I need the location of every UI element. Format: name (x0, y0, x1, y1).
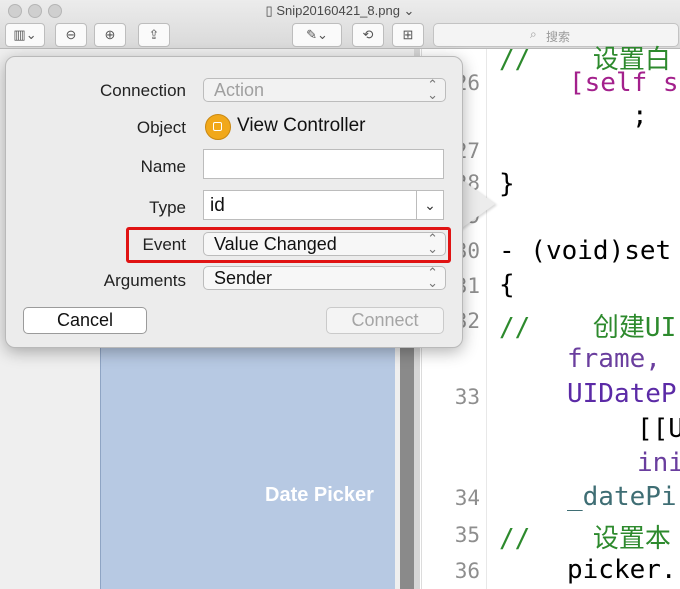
code-line: [[U (637, 414, 680, 444)
cancel-button[interactable]: Cancel (23, 307, 147, 334)
type-label: Type (149, 198, 186, 217)
line-number: 33 (454, 385, 480, 409)
toolbox-button[interactable]: ⊞ (392, 23, 424, 47)
code-line: _datePi (567, 482, 677, 512)
date-picker-view[interactable] (100, 330, 395, 589)
object-value: View Controller (237, 115, 366, 136)
code-line: // 创建UI (499, 313, 677, 343)
chevron-down-icon: ⌄ (424, 196, 436, 213)
stepper-chevrons-icon: ⌃ ⌄ (427, 265, 438, 290)
share-icon: ⇪ (148, 27, 160, 42)
line-number: 36 (454, 559, 480, 583)
connect-button[interactable]: Connect (326, 307, 444, 334)
code-line: ini (637, 448, 680, 478)
zoom-in-button[interactable]: ⊕ (94, 23, 126, 47)
toolbox-icon: ⊞ (402, 27, 414, 42)
share-button[interactable]: ⇪ (138, 23, 170, 47)
sidebar-toggle-button[interactable]: ▥⌄ (5, 23, 45, 47)
markup-button[interactable]: ✎⌄ (292, 23, 342, 47)
view-controller-icon (205, 114, 231, 140)
name-field[interactable] (203, 149, 444, 179)
document-icon: ▯ (265, 3, 277, 18)
code-line: ; (632, 101, 648, 131)
rotate-icon: ⟲ (362, 27, 374, 42)
markup-icon: ✎⌄ (306, 27, 328, 42)
code-line: { (499, 270, 515, 300)
zoom-out-icon: ⊖ (65, 27, 77, 42)
code-line: // 设置本 (499, 524, 671, 554)
popover-arrow (459, 178, 495, 230)
window-title[interactable]: ▯ Snip20160421_8.png ⌄ (0, 3, 680, 19)
date-picker-label: Date Picker (265, 484, 374, 506)
rotate-button[interactable]: ⟲ (352, 23, 384, 47)
connection-select[interactable]: Action ⌃ ⌄ (203, 78, 446, 102)
canvas-scrollbar[interactable] (400, 330, 414, 589)
code-line: } (499, 169, 515, 199)
code-line: picker. (567, 555, 677, 585)
code-line: UIDateP (567, 379, 677, 409)
type-field[interactable]: id (203, 190, 417, 220)
arguments-label: Arguments (103, 271, 186, 290)
code-line: [self s (569, 68, 679, 98)
name-label: Name (140, 157, 186, 176)
line-number: 34 (454, 486, 480, 510)
code-line: frame, , (567, 344, 680, 374)
connection-popover: Connection Action ⌃ ⌄ Object View Control… (5, 56, 463, 348)
event-highlight-annotation (126, 227, 451, 263)
arguments-select[interactable]: Sender ⌃ ⌄ (203, 266, 446, 290)
line-number: 35 (454, 523, 480, 547)
connection-label: Connection (99, 81, 186, 100)
code-line: - (void)set (499, 236, 672, 266)
zoom-in-icon: ⊕ (104, 27, 116, 42)
zoom-out-button[interactable]: ⊖ (55, 23, 87, 47)
object-label: Object (136, 118, 186, 137)
sidebar-icon: ▥⌄ (13, 27, 37, 42)
stepper-chevrons-icon: ⌃ ⌄ (427, 77, 438, 102)
type-dropdown-button[interactable]: ⌄ (416, 190, 444, 220)
chevron-down-icon: ⌄ (399, 3, 415, 18)
